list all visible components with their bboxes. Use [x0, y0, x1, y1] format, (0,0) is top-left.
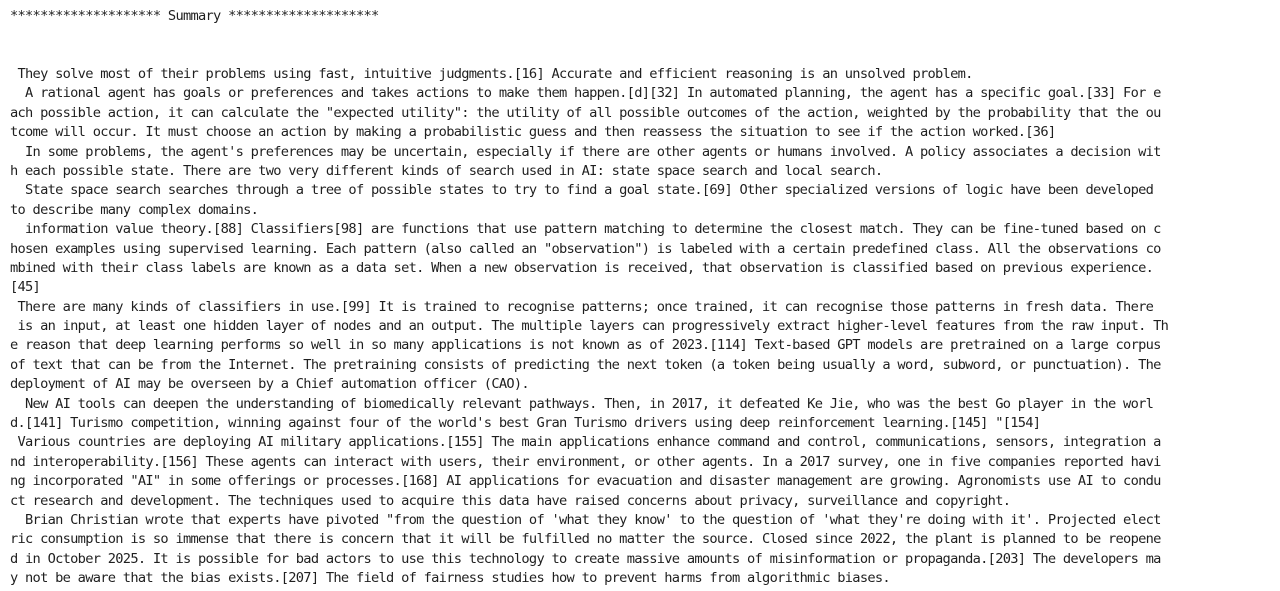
console-line: They solve most of their problems using …: [10, 66, 974, 82]
console-line: ct research and development. The techniq…: [10, 492, 1011, 509]
console-line: nd interoperability.[156] These agents c…: [10, 453, 1161, 470]
console-line: y not be aware that the bias exists.[207…: [10, 570, 891, 587]
console-line: of text that can be from the Internet. T…: [10, 356, 1161, 373]
console-line: tcome will occur. It must choose an acti…: [10, 124, 1056, 141]
console-line: Brian Christian wrote that experts have …: [10, 511, 1161, 528]
console-line: ng incorporated "AI" in some offerings o…: [10, 473, 1161, 490]
console-line: In some problems, the agent's preference…: [10, 143, 1161, 160]
console-line: h each possible state. There are two ver…: [10, 162, 883, 179]
console-line: There are many kinds of classifiers in u…: [10, 298, 1154, 315]
console-line: d in October 2025. It is possible for ba…: [10, 550, 1161, 567]
console-line: State space search searches through a tr…: [10, 182, 1154, 199]
console-line: A rational agent has goals or preference…: [10, 85, 1161, 102]
console-line: New AI tools can deepen the understandin…: [10, 395, 1154, 412]
console-line: deployment of AI may be overseen by a Ch…: [10, 376, 530, 393]
console-line: ric consumption is so immense that there…: [10, 531, 1161, 548]
console-line: d.[141] Turismo competition, winning aga…: [10, 415, 1041, 432]
console-line: information value theory.[88] Classifier…: [10, 221, 1161, 238]
console-line: to describe many complex domains.: [10, 201, 259, 218]
console-line: mbined with their class labels are known…: [10, 259, 1154, 276]
console-line: hosen examples using supervised learning…: [10, 240, 1161, 257]
console-line: Various countries are deploying AI milit…: [10, 434, 1162, 451]
console-output: They solve most of their problems using …: [10, 65, 1169, 589]
console-line: ach possible action, it can calculate th…: [10, 104, 1161, 121]
console-line: is an input, at least one hidden layer o…: [10, 318, 1169, 335]
summary-header: ******************** Summary ***********…: [10, 8, 379, 24]
console-line: [45]: [10, 279, 41, 296]
console-line: e reason that deep learning performs so …: [10, 337, 1161, 354]
